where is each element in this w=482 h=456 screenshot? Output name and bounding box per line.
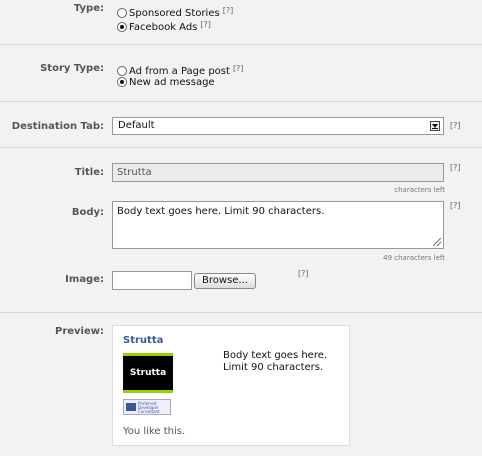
radio-icon[interactable] bbox=[117, 8, 127, 18]
radio-icon[interactable] bbox=[117, 22, 127, 32]
story-type-option-page-post[interactable]: Ad from a Page post [?] bbox=[117, 62, 244, 77]
body-characters-left: 49 characters left bbox=[383, 254, 445, 262]
social-context: You like this. bbox=[123, 426, 186, 437]
title-label: Title: bbox=[74, 167, 104, 178]
divider bbox=[0, 147, 482, 148]
help-link[interactable]: [?] bbox=[200, 20, 211, 29]
help-link[interactable]: [?] bbox=[223, 6, 234, 15]
help-link[interactable]: [?] bbox=[450, 163, 461, 172]
story-type-label: Story Type: bbox=[40, 63, 104, 74]
radio-icon[interactable] bbox=[117, 66, 127, 76]
destination-tab-label: Destination Tab: bbox=[11, 121, 104, 132]
ad-title[interactable]: Strutta bbox=[123, 335, 163, 346]
body-text: Body text goes here. Limit 90 characters… bbox=[117, 206, 325, 217]
help-link[interactable]: [?] bbox=[450, 201, 461, 210]
title-characters-left: characters left bbox=[394, 186, 445, 194]
resize-grip-icon[interactable] bbox=[433, 238, 441, 246]
help-link[interactable]: [?] bbox=[298, 269, 309, 278]
select-value: Default bbox=[118, 120, 155, 131]
type-option-facebook-ads[interactable]: Facebook Ads [?] bbox=[117, 18, 211, 33]
body-label: Body: bbox=[71, 207, 104, 218]
divider bbox=[0, 44, 482, 45]
ad-body-text: Body text goes here. Limit 90 characters… bbox=[223, 350, 328, 373]
ad-preview: Strutta Strutta Body text goes here. Lim… bbox=[112, 325, 350, 446]
option-label: New ad message bbox=[129, 77, 215, 88]
help-link[interactable]: [?] bbox=[450, 121, 461, 130]
radio-icon[interactable] bbox=[117, 77, 127, 87]
help-link[interactable]: [?] bbox=[233, 64, 244, 73]
divider bbox=[0, 312, 482, 313]
facebook-badge-icon: Preferred Developer Consultant bbox=[123, 399, 171, 415]
facebook-logo-icon bbox=[126, 403, 136, 411]
type-label: Type: bbox=[73, 3, 104, 14]
destination-tab-select[interactable]: Default bbox=[112, 117, 444, 135]
divider bbox=[0, 101, 482, 102]
ad-image[interactable]: Strutta bbox=[123, 353, 173, 393]
option-label: Facebook Ads bbox=[129, 22, 198, 33]
image-file-input[interactable] bbox=[112, 271, 192, 290]
story-type-option-new-ad[interactable]: New ad message bbox=[117, 76, 215, 90]
title-input[interactable]: Strutta bbox=[112, 163, 444, 182]
body-textarea[interactable]: Body text goes here. Limit 90 characters… bbox=[112, 201, 444, 249]
browse-button[interactable]: Browse... bbox=[194, 273, 256, 289]
image-label: Image: bbox=[65, 274, 104, 285]
badge-text: Preferred Developer Consultant bbox=[138, 401, 160, 414]
type-option-sponsored-stories[interactable]: Sponsored Stories [?] bbox=[117, 4, 234, 19]
dropdown-arrow-icon[interactable] bbox=[430, 121, 440, 131]
preview-label: Preview: bbox=[54, 326, 104, 337]
